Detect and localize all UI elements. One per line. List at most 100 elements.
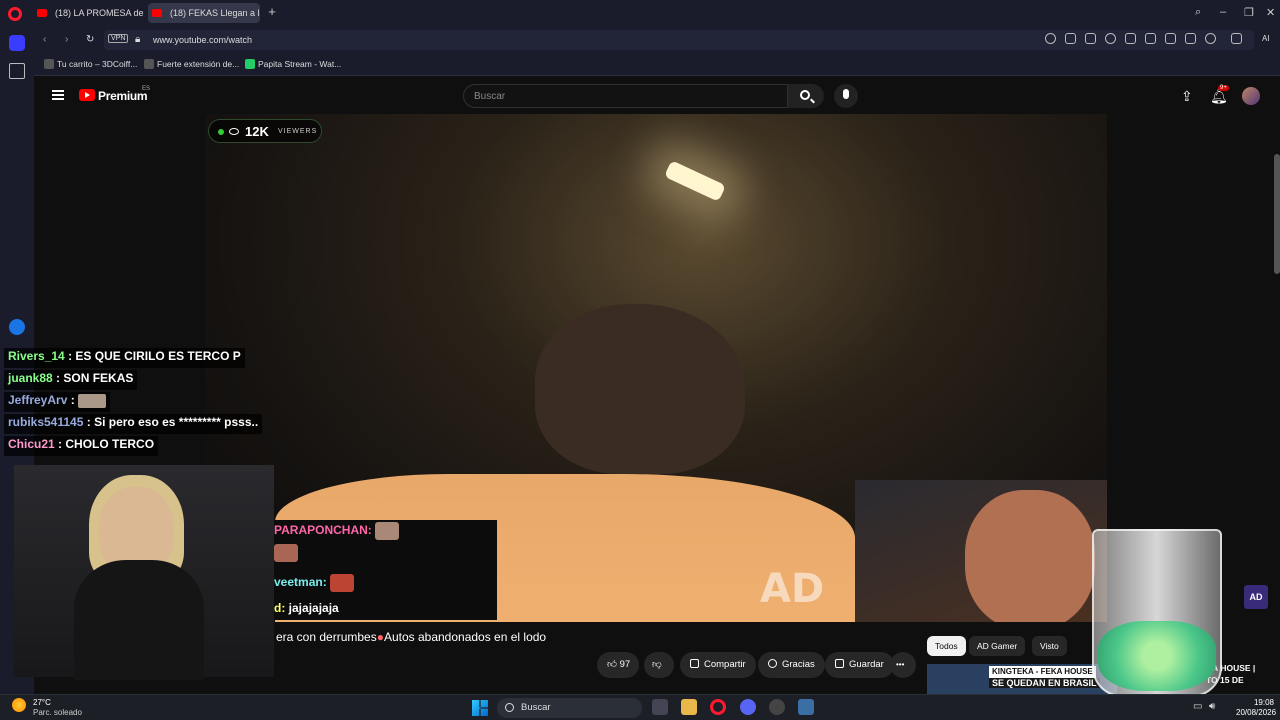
voice-search-icon[interactable] — [834, 84, 858, 108]
save-label: Guardar — [849, 659, 884, 670]
vpn-badge[interactable]: VPN — [108, 34, 129, 43]
video-title-part-1: era con derrumbes — [276, 630, 377, 644]
download-icon[interactable] — [1165, 33, 1176, 44]
youtube-brand[interactable]: Premium — [98, 89, 148, 103]
avatar[interactable] — [1242, 87, 1260, 105]
thumb-down-icon: 👎︎ — [652, 659, 662, 670]
chat-message: : ES QUE CIRILO ES TERCO P — [68, 349, 241, 363]
network-icon[interactable]: ▭ — [1193, 701, 1202, 712]
tab-search-icon[interactable]: ⌕ — [1195, 6, 1201, 19]
like-button[interactable]: 👍︎ 97 — [597, 652, 639, 678]
url-text[interactable]: www.youtube.com/watch — [153, 35, 252, 45]
opera-taskbar-icon[interactable] — [710, 699, 726, 715]
tab-2-label: (18) FEKAS Llegan a la — [170, 8, 260, 18]
edit-icon[interactable] — [1065, 33, 1076, 44]
save-button[interactable]: Guardar — [825, 652, 894, 678]
viewer-count-pill: 12K VIEWERS — [208, 119, 322, 143]
new-tab-icon[interactable]: + — [266, 5, 278, 18]
recommended-thumbnail[interactable]: KINGTEKA - FEKA HOUSE SE QUEDAN EN BRASI… — [927, 664, 1117, 694]
dislike-button[interactable]: 👎︎ — [644, 652, 674, 678]
task-view-icon[interactable] — [652, 699, 668, 715]
thumbnail-text-2: SE QUEDAN EN BRASIL — [989, 678, 1100, 688]
camera-face — [965, 490, 1095, 622]
chip-watched[interactable]: Visto — [1032, 636, 1067, 656]
thanks-icon — [768, 659, 777, 668]
discord-icon[interactable] — [740, 699, 756, 715]
profile-icon[interactable] — [1205, 33, 1216, 44]
opera-logo-icon[interactable] — [8, 7, 22, 21]
weather-temperature[interactable]: 27°C — [33, 698, 51, 707]
chat2-message: jajajajaja — [288, 601, 339, 615]
player-icon[interactable] — [1125, 33, 1136, 44]
menu-icon[interactable] — [1185, 33, 1196, 44]
thanks-button[interactable]: Gracias — [758, 652, 825, 678]
chip-ad-gamer[interactable]: AD Gamer — [969, 636, 1026, 656]
taskbar-search-label: Buscar — [521, 702, 551, 713]
bookmark-1[interactable]: Tu carrito – 3DCoiff... — [44, 59, 137, 69]
video-title-part-2: Autos abandonados en el lodo — [383, 630, 547, 644]
back-icon[interactable]: ‹ — [43, 34, 46, 45]
reload-icon[interactable]: ↻ — [86, 34, 94, 45]
chat-user: Rivers_14 — [8, 349, 65, 363]
chat-message: : — [70, 393, 75, 407]
bookmarks-star-icon[interactable] — [9, 63, 25, 79]
chat-line: rubiks541145 : Si pero eso es ********* … — [4, 414, 263, 434]
streamer-body — [74, 560, 204, 680]
search-placeholder: Buscar — [474, 91, 506, 102]
video-title: era con derrumbes●Autos abandonados en e… — [276, 630, 546, 644]
search-button[interactable] — [788, 84, 824, 108]
chat2-user: veetman: — [274, 575, 327, 590]
forward-icon[interactable]: › — [65, 34, 68, 45]
weather-sun-icon[interactable] — [12, 698, 26, 712]
chip-all[interactable]: Todos — [927, 636, 966, 656]
bookmark-2[interactable]: Fuerte extensión de... — [144, 59, 239, 69]
camera-icon[interactable] — [1085, 33, 1096, 44]
channel-ad-logo[interactable]: AD — [1244, 585, 1268, 609]
volume-icon[interactable]: 🔊︎ — [1209, 701, 1215, 712]
url-field[interactable] — [104, 30, 1254, 50]
search-input[interactable]: Buscar — [463, 84, 788, 108]
chat-line: Rivers_14 : ES QUE CIRILO ES TERCO P — [4, 348, 245, 368]
search-icon — [800, 90, 810, 100]
aria-ai-button[interactable]: AI — [1262, 34, 1270, 43]
share-button[interactable]: Compartir — [680, 652, 756, 678]
adblock-icon[interactable] — [1105, 33, 1116, 44]
upload-icon[interactable]: ⇪ — [1181, 88, 1193, 105]
extensions-icon[interactable] — [1231, 33, 1242, 44]
glass-jar-overlay — [1092, 529, 1222, 697]
browser-tab-1[interactable]: (18) LA PROMESA de King — [33, 3, 145, 23]
messenger-icon[interactable] — [9, 319, 25, 335]
taskbar-clock[interactable]: 19:08 20/08/2026 — [1236, 698, 1276, 718]
minimize-icon[interactable]: – — [1220, 6, 1226, 18]
youtube-favicon-icon — [37, 9, 47, 17]
file-explorer-icon[interactable] — [681, 699, 697, 715]
live-dot-icon — [218, 129, 224, 135]
taskbar-search[interactable]: Buscar — [497, 698, 642, 718]
chat-line: juank88 : SON FEKAS — [4, 370, 138, 390]
browser-tab-2-active[interactable]: (18) FEKAS Llegan a la — [148, 3, 260, 23]
browser-tab-bar: (18) LA PROMESA de King (18) FEKAS Llega… — [0, 0, 1280, 26]
heart-icon[interactable] — [1145, 33, 1156, 44]
second-camera-overlay — [855, 480, 1107, 622]
bookmark-favicon-icon — [44, 59, 54, 69]
page-scrollbar[interactable] — [1274, 154, 1280, 274]
notifications-badge: 9+ — [1218, 85, 1229, 91]
windows-start-icon[interactable] — [472, 700, 488, 716]
chat2-emote-icon — [274, 544, 298, 562]
youtube-logo-icon[interactable] — [79, 89, 95, 101]
app-icon[interactable] — [769, 699, 785, 715]
more-actions-button[interactable]: ••• — [890, 652, 916, 678]
tab-1-label: (18) LA PROMESA de King — [55, 8, 145, 18]
settings-gear-icon[interactable] — [798, 699, 814, 715]
home-icon[interactable] — [9, 35, 25, 51]
chat-user: JeffreyArv — [8, 393, 68, 407]
viewer-count: 12K — [245, 124, 269, 139]
weather-condition[interactable]: Parc. soleado — [33, 708, 82, 717]
search-page-icon[interactable] — [1045, 33, 1056, 44]
chat2-emote-icon — [330, 574, 355, 592]
hamburger-menu-icon[interactable] — [52, 90, 64, 100]
bookmarks-bar: Tu carrito – 3DCoiff... Fuerte extensión… — [34, 54, 1280, 76]
close-icon[interactable]: ✕ — [1266, 6, 1275, 19]
bookmark-3[interactable]: Papita Stream - Wat... — [245, 59, 341, 69]
restore-icon[interactable]: ❐ — [1244, 6, 1254, 19]
